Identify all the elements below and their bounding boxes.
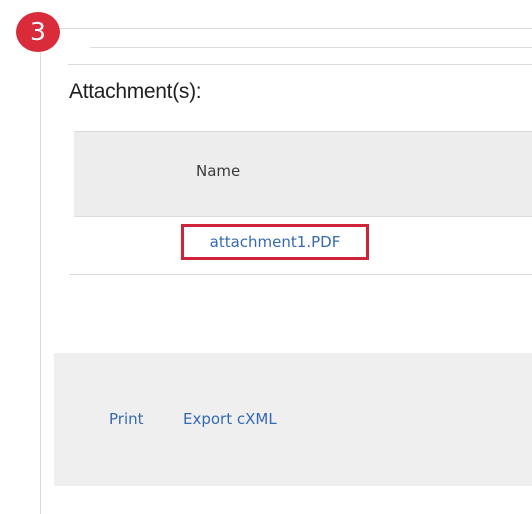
- export-cxml-link[interactable]: Export cXML: [183, 410, 277, 428]
- divider: [68, 64, 532, 65]
- divider: [60, 28, 532, 29]
- print-link[interactable]: Print: [109, 410, 144, 428]
- left-border: [40, 28, 41, 514]
- column-header-name: Name: [196, 162, 241, 180]
- divider: [90, 47, 532, 48]
- footer-toolbar: Print Export cXML: [54, 353, 532, 486]
- page: 3 Attachment(s): Name attachment1.PDF Pr…: [0, 0, 532, 514]
- attachments-table-header: Name: [74, 131, 532, 217]
- step-number-badge: 3: [16, 12, 60, 52]
- attachment-link[interactable]: attachment1.PDF: [181, 224, 369, 260]
- table-row-divider: [69, 274, 532, 275]
- attachments-section-title: Attachment(s):: [69, 80, 202, 103]
